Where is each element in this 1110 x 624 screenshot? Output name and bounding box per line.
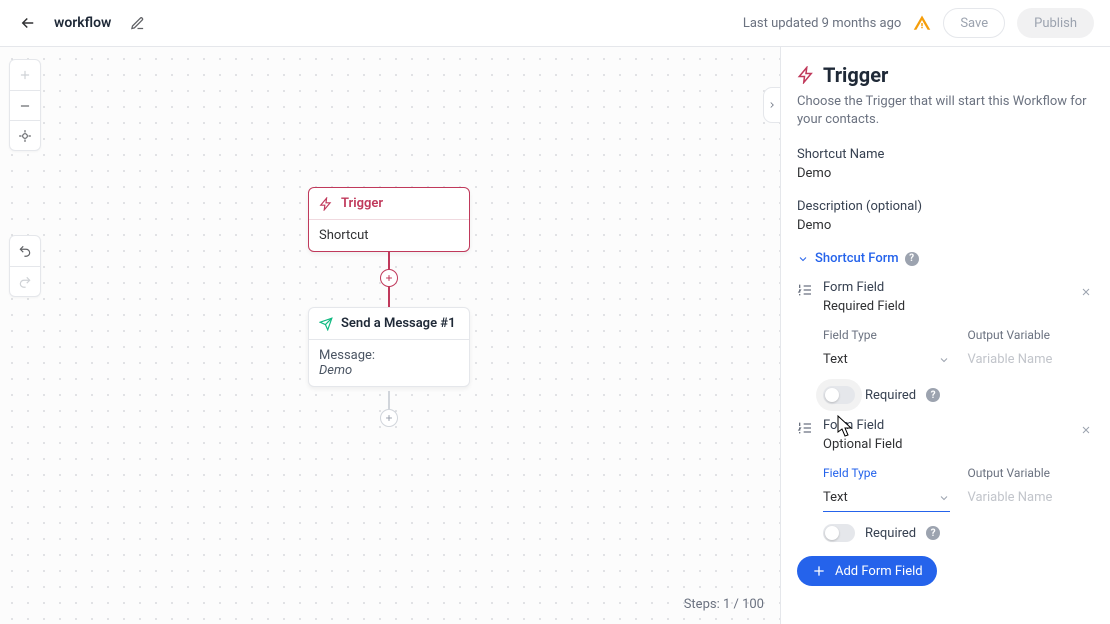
output-var-label-1: Output Variable bbox=[968, 328, 1095, 342]
required-label-1: Required bbox=[865, 388, 916, 403]
add-form-field-button[interactable]: Add Form Field bbox=[797, 556, 937, 586]
header-right: Last updated 9 months ago Save Publish bbox=[743, 8, 1094, 38]
output-var-input-1[interactable]: Variable Name bbox=[968, 348, 1095, 373]
zoom-in-button[interactable] bbox=[10, 60, 40, 90]
shortcut-form-section-toggle[interactable]: Shortcut Form ? bbox=[797, 251, 1094, 266]
node-send-message[interactable]: Send a Message #1 Message: Demo bbox=[308, 307, 470, 387]
plus-icon bbox=[384, 273, 394, 283]
list-ordered-icon bbox=[797, 282, 813, 298]
field-type-value-2: Text bbox=[823, 490, 848, 505]
form-field-1: Form Field Required Field Field Type Tex… bbox=[797, 280, 1094, 404]
close-icon bbox=[1080, 424, 1092, 436]
node-send-message-header: Send a Message #1 bbox=[309, 308, 469, 340]
plus-icon bbox=[384, 413, 394, 423]
form-field-1-title: Form Field bbox=[823, 280, 1094, 295]
form-field-2: Form Field Optional Field Field Type Tex… bbox=[797, 418, 1094, 542]
required-toggle-1[interactable] bbox=[823, 386, 855, 404]
help-icon[interactable]: ? bbox=[926, 526, 940, 540]
last-updated-label: Last updated 9 months ago bbox=[743, 16, 902, 31]
main: Trigger Shortcut Send a Message #1 Messa… bbox=[0, 47, 1110, 624]
crosshair-icon bbox=[18, 129, 32, 143]
chevron-down-icon bbox=[938, 354, 950, 366]
help-icon[interactable]: ? bbox=[905, 252, 919, 266]
undo-icon bbox=[18, 244, 32, 258]
arrow-left-icon bbox=[19, 14, 37, 32]
canvas-toolbar-history bbox=[9, 235, 41, 297]
description-label: Description (optional) bbox=[797, 199, 1094, 214]
node-send-message-title: Send a Message #1 bbox=[341, 316, 456, 331]
save-button[interactable]: Save bbox=[943, 8, 1005, 38]
field-type-select-1[interactable]: Text bbox=[823, 348, 950, 374]
node-msg-value: Demo bbox=[319, 363, 352, 378]
bolt-icon bbox=[797, 66, 815, 84]
undo-button[interactable] bbox=[10, 236, 40, 266]
remove-field-2-button[interactable] bbox=[1078, 422, 1094, 438]
publish-button[interactable]: Publish bbox=[1017, 8, 1094, 38]
back-button[interactable] bbox=[16, 11, 40, 35]
add-field-label: Add Form Field bbox=[835, 564, 923, 579]
app-header: workflow Last updated 9 months ago Save … bbox=[0, 0, 1110, 47]
header-left: workflow bbox=[16, 11, 149, 35]
help-icon[interactable]: ? bbox=[926, 388, 940, 402]
zoom-out-button[interactable] bbox=[10, 90, 40, 120]
panel-subtitle: Choose the Trigger that will start this … bbox=[797, 93, 1094, 129]
output-var-input-2[interactable]: Variable Name bbox=[968, 486, 1095, 511]
workflow-title: workflow bbox=[54, 15, 111, 31]
collapse-panel-button[interactable] bbox=[763, 87, 780, 123]
section-title: Shortcut Form bbox=[815, 251, 899, 266]
chevron-down-icon bbox=[797, 253, 809, 265]
node-trigger[interactable]: Trigger Shortcut bbox=[308, 187, 470, 252]
form-field-2-sub: Optional Field bbox=[823, 437, 1094, 452]
connector-msg-end bbox=[388, 391, 390, 409]
list-ordered-icon bbox=[797, 420, 813, 436]
canvas-toolbar-zoom bbox=[9, 59, 41, 151]
redo-button[interactable] bbox=[10, 266, 40, 296]
node-trigger-title: Trigger bbox=[341, 196, 383, 211]
plus-icon bbox=[18, 68, 32, 82]
send-icon bbox=[319, 317, 333, 331]
chevron-right-icon bbox=[767, 100, 777, 110]
close-icon bbox=[1080, 286, 1092, 298]
node-trigger-header: Trigger bbox=[309, 188, 469, 220]
steps-counter: Steps: 1 / 100 bbox=[684, 597, 764, 612]
node-msg-label: Message: bbox=[319, 348, 375, 363]
field-type-select-2[interactable]: Text bbox=[823, 486, 950, 512]
warning-icon bbox=[913, 14, 931, 32]
description-value[interactable]: Demo bbox=[797, 218, 1094, 233]
shortcut-name-value[interactable]: Demo bbox=[797, 166, 1094, 181]
output-var-label-2: Output Variable bbox=[968, 466, 1095, 480]
remove-field-1-button[interactable] bbox=[1078, 284, 1094, 300]
canvas[interactable]: Trigger Shortcut Send a Message #1 Messa… bbox=[0, 47, 780, 624]
add-node-after-msg[interactable] bbox=[380, 409, 398, 427]
field-type-label-2: Field Type bbox=[823, 466, 950, 480]
field-type-value-1: Text bbox=[823, 352, 848, 367]
node-trigger-body: Shortcut bbox=[309, 220, 469, 251]
minus-icon bbox=[18, 99, 32, 113]
pencil-icon bbox=[130, 16, 145, 31]
redo-icon bbox=[18, 275, 32, 289]
field-type-label-1: Field Type bbox=[823, 328, 950, 342]
panel-title: Trigger bbox=[797, 63, 1094, 87]
shortcut-name-label: Shortcut Name bbox=[797, 147, 1094, 162]
side-panel: Trigger Choose the Trigger that will sta… bbox=[780, 47, 1110, 624]
form-field-1-sub: Required Field bbox=[823, 299, 1094, 314]
node-send-message-body: Message: Demo bbox=[309, 340, 469, 386]
panel-title-text: Trigger bbox=[823, 63, 888, 87]
chevron-down-icon bbox=[938, 492, 950, 504]
required-toggle-2[interactable] bbox=[823, 524, 855, 542]
add-node-after-trigger[interactable] bbox=[380, 269, 398, 287]
form-field-2-title: Form Field bbox=[823, 418, 1094, 433]
bolt-icon bbox=[319, 197, 333, 211]
required-label-2: Required bbox=[865, 526, 916, 541]
plus-icon bbox=[811, 563, 827, 579]
edit-title-button[interactable] bbox=[125, 11, 149, 35]
fit-view-button[interactable] bbox=[10, 120, 40, 150]
